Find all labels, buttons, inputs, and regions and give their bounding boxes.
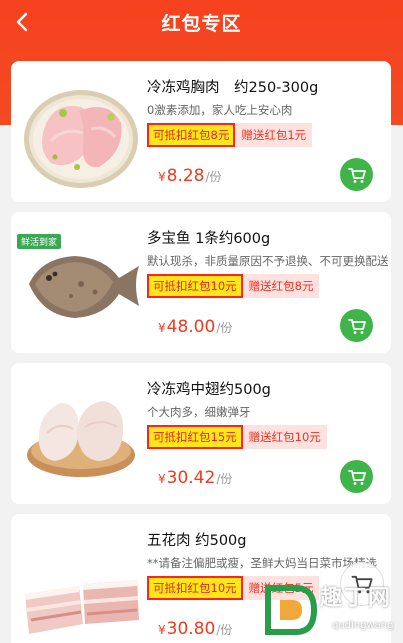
pork-belly-image xyxy=(21,524,142,643)
product-desc: 0激素添加，家人吃上安心肉 xyxy=(147,103,293,117)
price-value: 48.00 xyxy=(166,317,216,337)
product-desc: 默认现杀，非质量原因不予退换、不可更换配送 xyxy=(147,254,389,268)
product-info: 冷冻鸡胸肉 约250-300g 0激素添加，家人吃上安心肉 可抵扣红包8元 赠送… xyxy=(147,77,391,147)
price-value: 8.28 xyxy=(166,166,205,186)
cart-icon xyxy=(351,575,373,594)
fresh-badge: 鲜活到家 xyxy=(17,234,62,249)
floating-cart-button[interactable] xyxy=(340,562,384,606)
price-unit: /份 xyxy=(216,321,233,335)
coupon-label: 可抵扣红包15元 xyxy=(149,427,241,447)
price-value: 30.80 xyxy=(166,619,216,639)
product-info: 冷冻鸡中翅约500g 个大肉多，细嫩弹牙 可抵扣红包15元 赠送红包10元 xyxy=(147,379,391,449)
product-price: ¥ 8.28 /份 xyxy=(158,166,222,186)
coupon-tag: 可抵扣红包15元 xyxy=(147,425,243,449)
product-card[interactable]: 五花肉 约500g **请备注偏肥或瘦，圣鲜大妈当日菜市场精选 可抵扣红包10元… xyxy=(11,514,391,643)
product-info: 多宝鱼 1条约600g 默认现杀，非质量原因不予退换、不可更换配送 可抵扣红包1… xyxy=(147,228,391,298)
product-card[interactable]: 冷冻鸡胸肉 约250-300g 0激素添加，家人吃上安心肉 可抵扣红包8元 赠送… xyxy=(11,61,391,202)
currency-symbol: ¥ xyxy=(158,472,166,486)
back-button[interactable] xyxy=(8,8,36,36)
product-list: 冷冻鸡胸肉 约250-300g 0激素添加，家人吃上安心肉 可抵扣红包8元 赠送… xyxy=(11,61,391,643)
price-unit: /份 xyxy=(216,472,233,486)
coupon-tags: 可抵扣红包8元 赠送红包1元 xyxy=(147,123,391,147)
price-unit: /份 xyxy=(205,170,222,184)
currency-symbol: ¥ xyxy=(158,321,166,335)
add-to-cart-button[interactable] xyxy=(340,158,373,191)
chevron-left-icon xyxy=(16,12,28,32)
coupon-label: 可抵扣红包10元 xyxy=(149,578,241,598)
product-price: ¥ 48.00 /份 xyxy=(158,317,232,337)
gift-tag: 赠送红包1元 xyxy=(235,123,313,147)
price-unit: /份 xyxy=(216,623,233,637)
coupon-tag: 可抵扣红包10元 xyxy=(147,576,243,600)
product-card[interactable]: 冷冻鸡中翅约500g 个大肉多，细嫩弹牙 可抵扣红包15元 赠送红包10元 ¥ … xyxy=(11,363,391,504)
gift-tag: 赠送红包10元 xyxy=(242,425,327,449)
product-name: 五花肉 约500g xyxy=(147,533,247,549)
gift-tag: 赠送红包8元 xyxy=(242,274,320,298)
gift-tag: 赠送红包5元 xyxy=(242,576,320,600)
product-price: ¥ 30.42 /份 xyxy=(158,468,232,488)
cart-icon xyxy=(347,318,366,334)
product-price: ¥ 30.80 /份 xyxy=(158,619,232,639)
price-value: 30.42 xyxy=(166,468,216,488)
currency-symbol: ¥ xyxy=(158,170,166,184)
coupon-label: 可抵扣红包8元 xyxy=(149,125,234,145)
coupon-tags: 可抵扣红包10元 赠送红包8元 xyxy=(147,274,391,298)
coupon-tag: 可抵扣红包8元 xyxy=(147,123,236,147)
top-bar: 红包专区 xyxy=(0,0,403,44)
coupon-tags: 可抵扣红包15元 赠送红包10元 xyxy=(147,425,391,449)
product-name: 多宝鱼 1条约600g xyxy=(147,231,271,247)
coupon-tag: 可抵扣红包10元 xyxy=(147,274,243,298)
chicken-wings-image xyxy=(21,373,142,494)
add-to-cart-button[interactable] xyxy=(340,460,373,493)
product-desc: 个大肉多，细嫩弹牙 xyxy=(147,405,251,419)
page-title: 红包专区 xyxy=(161,12,242,35)
product-card[interactable]: 鲜活到家 多宝鱼 1条约600g 默认现杀，非质量原因不予退换、不可更换配送 可… xyxy=(11,212,391,353)
add-to-cart-button[interactable] xyxy=(340,309,373,342)
currency-symbol: ¥ xyxy=(158,623,166,637)
product-name: 冷冻鸡中翅约500g xyxy=(147,382,271,398)
product-name: 冷冻鸡胸肉 约250-300g xyxy=(147,80,319,96)
cart-icon xyxy=(347,469,366,485)
coupon-label: 可抵扣红包10元 xyxy=(149,276,241,296)
cart-icon xyxy=(347,167,366,183)
chicken-breast-image xyxy=(21,71,142,192)
